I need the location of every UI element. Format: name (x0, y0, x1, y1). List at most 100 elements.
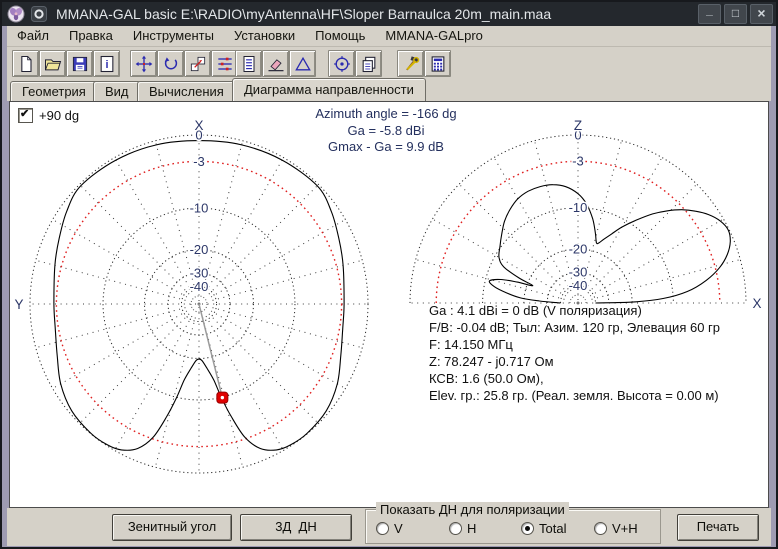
close-button[interactable]: × (750, 4, 773, 24)
db-scale-label: -40 (569, 278, 588, 293)
db-scale-label: -20 (569, 241, 588, 256)
radio-total-circle[interactable] (521, 522, 534, 535)
target-icon (332, 54, 352, 74)
transform-icon (188, 54, 208, 74)
radio-v[interactable]: V (376, 521, 403, 536)
zenith-angle-button[interactable]: Зенитный угол (112, 514, 232, 541)
toolbar: i (7, 47, 771, 79)
wire-edit-icon (215, 54, 235, 74)
db-scale-label: -20 (190, 242, 209, 257)
axis-label-x: X (194, 118, 203, 133)
triangle-button[interactable] (289, 50, 316, 77)
wire-edit-button[interactable] (211, 50, 238, 77)
tab-calculations[interactable]: Вычисления (137, 81, 236, 101)
wire-definition-button[interactable] (235, 50, 262, 77)
info-swr: КСВ: 1.6 (50.0 Ом), (429, 370, 764, 387)
radio-vh-circle[interactable] (594, 522, 607, 535)
menu-mmana-galpro[interactable]: MMANA-GALpro (375, 26, 493, 46)
info-ga: Ga : 4.1 dBi = 0 dB (V поляризация) (429, 302, 764, 319)
polarization-groupbox: Показать ДН для поляризации V H Total V+… (365, 509, 661, 544)
window-frame: MMANA-GAL basic E:\RADIO\myAntenna\HF\Sl… (2, 2, 776, 547)
calculate-button[interactable] (424, 50, 451, 77)
window-title: MMANA-GAL basic E:\RADIO\myAntenna\HF\Sl… (56, 6, 698, 22)
calculator-icon (428, 54, 448, 74)
menu-help[interactable]: Помощь (305, 26, 375, 46)
open-file-button[interactable] (39, 50, 66, 77)
maximize-button[interactable]: □ (724, 4, 747, 24)
axis-label-y: Y (14, 297, 23, 312)
antenna-info-block: Ga : 4.1 dBi = 0 dB (V поляризация) F/B:… (429, 302, 764, 404)
plus90-checkbox-row[interactable]: +90 dg (18, 108, 79, 123)
tab-pattern[interactable]: Диаграмма направленности (232, 78, 426, 101)
menu-edit[interactable]: Правка (59, 26, 123, 46)
save-icon (70, 54, 90, 74)
menu-tools[interactable]: Инструменты (123, 26, 224, 46)
db-scale-label: -3 (193, 154, 205, 169)
rotate-element-button[interactable] (157, 50, 184, 77)
elevation-pattern-curve (489, 185, 730, 303)
annotation-azimuth: Azimuth angle = -166 dg (226, 106, 546, 123)
save-button[interactable] (66, 50, 93, 77)
cursor-annotation: Azimuth angle = -166 dg Ga = -5.8 dBi Gm… (226, 106, 546, 156)
tab-view[interactable]: Вид (93, 81, 141, 101)
pattern-cursor[interactable] (199, 304, 228, 403)
open-folder-icon (43, 54, 63, 74)
center-view-button[interactable] (328, 50, 355, 77)
triangle-icon (293, 54, 313, 74)
app-window: MMANA-GAL basic E:\RADIO\myAntenna\HF\Sl… (0, 0, 778, 549)
options-button[interactable] (397, 50, 424, 77)
move-element-button[interactable] (130, 50, 157, 77)
copy-button[interactable] (355, 50, 382, 77)
azimuth-plot: 0-3-10-20-30-40XY (14, 118, 368, 473)
radio-v-label: V (394, 521, 403, 536)
new-file-icon (16, 54, 36, 74)
plus90-checkbox-label: +90 dg (39, 108, 79, 123)
menu-bar: Файл Правка Инструменты Установки Помощь… (7, 26, 771, 47)
db-scale-label: -10 (569, 200, 588, 215)
tools-icon (401, 54, 421, 74)
rotate-icon (161, 54, 181, 74)
transform-element-button[interactable] (184, 50, 211, 77)
info-icon: i (97, 54, 117, 74)
radio-vh[interactable]: V+H (594, 521, 638, 536)
radio-total[interactable]: Total (521, 521, 566, 536)
radio-h-circle[interactable] (449, 522, 462, 535)
radio-vh-label: V+H (612, 521, 638, 536)
polarization-group-label: Показать ДН для поляризации (376, 502, 569, 517)
window-menu-icon[interactable] (30, 5, 48, 23)
menu-file[interactable]: Файл (7, 26, 59, 46)
info-elevation: Elev. гр.: 25.8 гр. (Реал. земля. Высота… (429, 387, 764, 404)
radio-h[interactable]: H (449, 521, 476, 536)
radio-v-circle[interactable] (376, 522, 389, 535)
print-button[interactable]: Печать (677, 514, 759, 541)
info-impedance: Z: 78.247 - j0.717 Ом (429, 353, 764, 370)
info-fb: F/B: -0.04 dB; Тыл: Азим. 120 гр, Элевац… (429, 319, 764, 336)
copy-pages-icon (359, 54, 379, 74)
info-button[interactable]: i (93, 50, 120, 77)
menu-setup[interactable]: Установки (224, 26, 305, 46)
eraser-icon (266, 54, 286, 74)
bottom-bar: Зенитный угол 3Д ДН Показать ДН для поля… (7, 508, 771, 546)
svg-text:i: i (105, 59, 108, 71)
plus90-checkbox[interactable] (18, 108, 33, 123)
radio-total-label: Total (539, 521, 566, 536)
db-scale-label: -40 (190, 279, 209, 294)
axis-label-z: Z (574, 118, 582, 133)
pattern-panel: +90 dg Azimuth angle = -166 dg Ga = -5.8… (9, 101, 769, 508)
doc-lines-icon (239, 54, 259, 74)
titlebar[interactable]: MMANA-GAL basic E:\RADIO\myAntenna\HF\Sl… (2, 2, 776, 26)
move-arrows-icon (134, 54, 154, 74)
new-file-button[interactable] (12, 50, 39, 77)
db-scale-label: -10 (190, 201, 209, 216)
annotation-gmax: Gmax - Ga = 9.9 dB (226, 139, 546, 156)
tab-geometry[interactable]: Геометрия (10, 81, 98, 101)
minimize-button[interactable]: _ (698, 4, 721, 24)
db-scale-label: -3 (572, 154, 584, 169)
erase-button[interactable] (262, 50, 289, 77)
tab-bar: Геометрия Вид Вычисления Диаграмма напра… (7, 79, 771, 101)
app-logo-icon (7, 5, 25, 23)
info-frequency: F: 14.150 МГц (429, 336, 764, 353)
annotation-ga: Ga = -5.8 dBi (226, 123, 546, 140)
pattern-3d-button[interactable]: 3Д ДН (240, 514, 352, 541)
radio-h-label: H (467, 521, 476, 536)
